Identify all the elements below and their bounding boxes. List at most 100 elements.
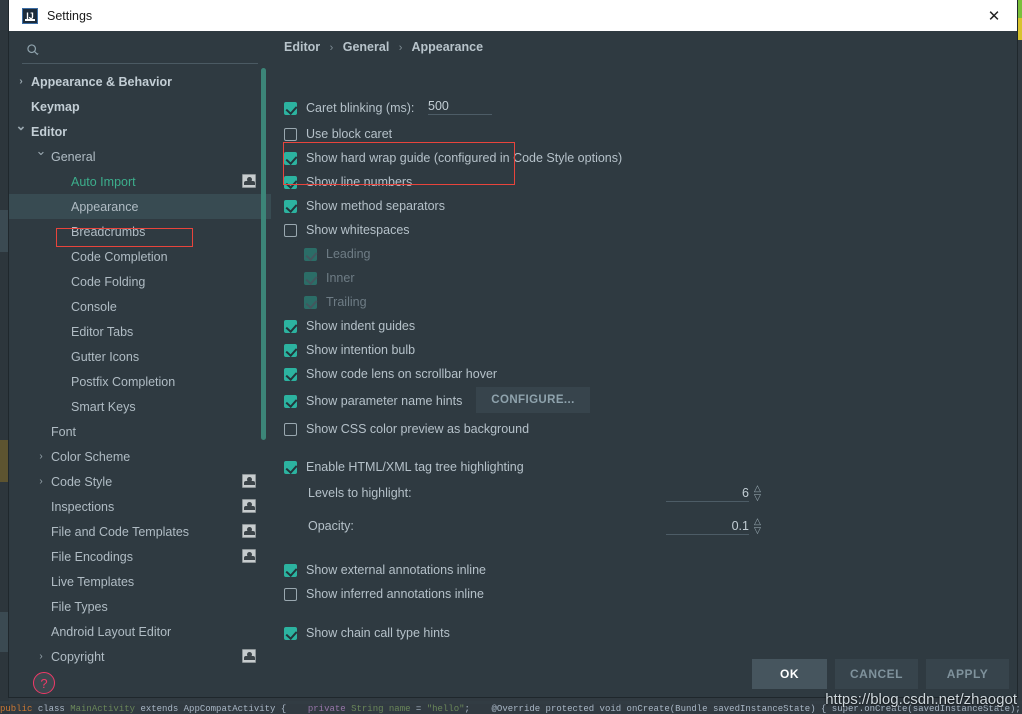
sidebar-item-code-completion[interactable]: Code Completion: [9, 244, 271, 269]
opacity-stepper[interactable]: △ ▽: [752, 517, 763, 539]
option-show-inferred-annotations[interactable]: Show inferred annotations inline: [284, 584, 484, 604]
search-field[interactable]: [22, 39, 258, 64]
project-scope-icon: [242, 499, 256, 513]
chevron-right-icon: ›: [329, 42, 334, 54]
sidebar-item-file-types[interactable]: File Types: [9, 594, 271, 619]
apply-button[interactable]: APPLY: [926, 659, 1009, 689]
breadcrumb-part-appearance: Appearance: [411, 40, 484, 54]
chevron-up-icon[interactable]: △: [752, 484, 763, 493]
settings-tree[interactable]: › Appearance & Behavior Keymap ⌄ Editor ⌄ Gene…: [9, 69, 271, 669]
option-show-line-numbers[interactable]: Show line numbers: [284, 172, 412, 192]
option-show-code-lens[interactable]: Show code lens on scrollbar hover: [284, 364, 497, 384]
checkbox-use-block-caret[interactable]: [284, 127, 297, 141]
checkbox-caret-blinking[interactable]: [284, 101, 297, 115]
sidebar-item-keymap[interactable]: Keymap: [9, 94, 271, 119]
label-inner: Inner: [326, 271, 355, 285]
ok-button[interactable]: OK: [752, 659, 827, 689]
option-show-css-color-preview[interactable]: Show CSS color preview as background: [284, 419, 529, 439]
checkbox-show-inferred-annotations[interactable]: [284, 587, 297, 601]
sidebar-scrollbar[interactable]: [261, 68, 266, 440]
sidebar-item-font[interactable]: Font: [9, 419, 271, 444]
configure-button[interactable]: CONFIGURE...: [476, 387, 590, 413]
close-icon[interactable]: ✕: [971, 0, 1017, 31]
opacity-field[interactable]: 0.1: [666, 519, 749, 535]
project-scope-icon: [242, 174, 256, 188]
checkbox-show-method-separators[interactable]: [284, 199, 297, 213]
sidebar-item-postfix-completion[interactable]: Postfix Completion: [9, 369, 271, 394]
sidebar-item-label: Smart Keys: [71, 399, 136, 414]
sidebar-item-label: Code Folding: [71, 274, 146, 289]
checkbox-show-hard-wrap-guide[interactable]: [284, 151, 297, 165]
checkbox-show-code-lens[interactable]: [284, 367, 297, 381]
option-use-block-caret[interactable]: Use block caret: [284, 124, 392, 144]
sidebar-item-color-scheme[interactable]: › Color Scheme: [9, 444, 271, 469]
option-show-hard-wrap-guide[interactable]: Show hard wrap guide (configured in Code…: [284, 148, 622, 168]
label-show-method-separators: Show method separators: [306, 199, 445, 213]
sidebar-item-breadcrumbs[interactable]: Breadcrumbs: [9, 219, 271, 244]
breadcrumb-part-general[interactable]: General: [343, 40, 390, 54]
sidebar-item-file-and-code-templates[interactable]: File and Code Templates: [9, 519, 271, 544]
option-show-indent-guides[interactable]: Show indent guides: [284, 316, 415, 336]
breadcrumb-part-editor[interactable]: Editor: [284, 40, 320, 54]
sidebar-item-editor-tabs[interactable]: Editor Tabs: [9, 319, 271, 344]
label-leading: Leading: [326, 247, 371, 261]
label-show-indent-guides: Show indent guides: [306, 319, 416, 333]
option-show-whitespaces[interactable]: Show whitespaces: [284, 220, 410, 240]
checkbox-show-intention-bulb[interactable]: [284, 343, 297, 357]
checkbox-show-whitespaces[interactable]: [284, 223, 297, 237]
sidebar-item-inspections[interactable]: Inspections: [9, 494, 271, 519]
sidebar-item-smart-keys[interactable]: Smart Keys: [9, 394, 271, 419]
checkbox-show-line-numbers[interactable]: [284, 175, 297, 189]
levels-to-highlight-stepper[interactable]: △ ▽: [752, 484, 763, 506]
label-show-chain-call-type-hints: Show chain call type hints: [306, 626, 450, 640]
option-inner: Inner: [304, 268, 355, 288]
checkbox-enable-tag-tree-highlighting[interactable]: [284, 460, 297, 474]
sidebar-item-label: Font: [51, 424, 77, 439]
sidebar-item-code-folding[interactable]: Code Folding: [9, 269, 271, 294]
option-caret-blinking[interactable]: Caret blinking (ms):: [284, 98, 414, 118]
sidebar-item-console[interactable]: Console: [9, 294, 271, 319]
sidebar-item-label: General: [51, 149, 96, 164]
sidebar-item-auto-import[interactable]: Auto Import: [9, 169, 271, 194]
levels-to-highlight-value: 6: [742, 486, 749, 500]
caret-blinking-value-field[interactable]: 500: [428, 99, 492, 115]
sidebar-item-label: Android Layout Editor: [51, 624, 172, 639]
checkbox-show-chain-call-type-hints[interactable]: [284, 626, 297, 640]
sidebar-item-appearance-behavior[interactable]: › Appearance & Behavior: [9, 69, 271, 94]
option-show-chain-call-type-hints[interactable]: Show chain call type hints: [284, 623, 450, 643]
checkbox-show-parameter-name-hints[interactable]: [284, 394, 297, 408]
chevron-down-icon[interactable]: ⌄: [35, 143, 47, 158]
chevron-down-icon[interactable]: ▽: [752, 526, 763, 535]
option-enable-tag-tree-highlighting[interactable]: Enable HTML/XML tag tree highlighting: [284, 457, 524, 477]
intellij-idea-icon: IJ: [22, 7, 38, 24]
cancel-button[interactable]: CANCEL: [835, 659, 918, 689]
option-show-parameter-name-hints[interactable]: Show parameter name hints: [284, 391, 462, 411]
sidebar-item-editor[interactable]: ⌄ Editor: [9, 118, 271, 144]
sidebar-item-appearance[interactable]: Appearance: [9, 194, 271, 219]
chevron-up-icon[interactable]: △: [752, 517, 763, 526]
checkbox-show-external-annotations[interactable]: [284, 563, 297, 577]
project-scope-icon: [242, 524, 256, 538]
sidebar-item-label: Gutter Icons: [71, 349, 140, 364]
label-show-intention-bulb: Show intention bulb: [306, 343, 416, 357]
sidebar-item-live-templates[interactable]: Live Templates: [9, 569, 271, 594]
search-input[interactable]: [46, 41, 254, 59]
checkbox-show-indent-guides[interactable]: [284, 319, 297, 333]
levels-to-highlight-field[interactable]: 6: [666, 486, 749, 502]
chevron-down-icon[interactable]: ⌄: [15, 118, 27, 133]
chevron-right-icon[interactable]: ›: [35, 451, 47, 463]
sidebar-item-general[interactable]: ⌄ General: [9, 143, 271, 169]
label-opacity: Opacity:: [308, 519, 354, 533]
chevron-right-icon[interactable]: ›: [35, 476, 47, 488]
sidebar-item-gutter-icons[interactable]: Gutter Icons: [9, 344, 271, 369]
option-show-external-annotations[interactable]: Show external annotations inline: [284, 560, 486, 580]
label-use-block-caret: Use block caret: [306, 127, 393, 141]
chevron-right-icon[interactable]: ›: [15, 76, 27, 88]
sidebar-item-android-layout-editor[interactable]: Android Layout Editor: [9, 619, 271, 644]
chevron-down-icon[interactable]: ▽: [752, 493, 763, 502]
sidebar-item-code-style[interactable]: › Code Style: [9, 469, 271, 494]
checkbox-show-css-color-preview[interactable]: [284, 422, 297, 436]
option-show-method-separators[interactable]: Show method separators: [284, 196, 445, 216]
option-show-intention-bulb[interactable]: Show intention bulb: [284, 340, 415, 360]
sidebar-item-file-encodings[interactable]: File Encodings: [9, 544, 271, 569]
